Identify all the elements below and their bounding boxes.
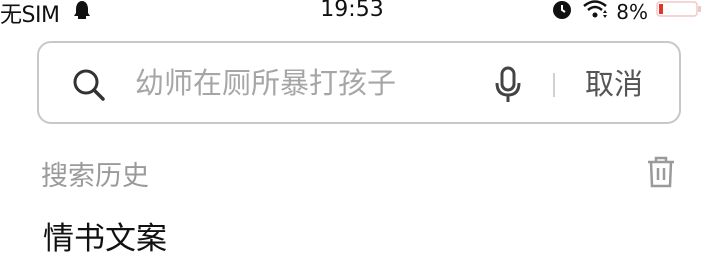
wifi-icon: [582, 0, 608, 25]
search-icon: [71, 67, 107, 103]
search-bar[interactable]: 取消: [37, 41, 681, 124]
mic-icon[interactable]: [493, 65, 523, 105]
status-bar: 无SIM 19:53 8%: [0, 0, 704, 28]
alarm-icon: [550, 0, 574, 26]
trash-icon[interactable]: [646, 155, 676, 189]
battery-icon: [656, 0, 702, 24]
history-title: 搜索历史: [41, 161, 149, 192]
search-divider: [553, 73, 555, 97]
cancel-button[interactable]: 取消: [585, 61, 643, 103]
battery-percent: 8%: [616, 0, 648, 24]
history-item[interactable]: 情书文案: [43, 213, 167, 258]
status-right: 8%: [550, 0, 702, 26]
search-input[interactable]: [135, 61, 465, 105]
